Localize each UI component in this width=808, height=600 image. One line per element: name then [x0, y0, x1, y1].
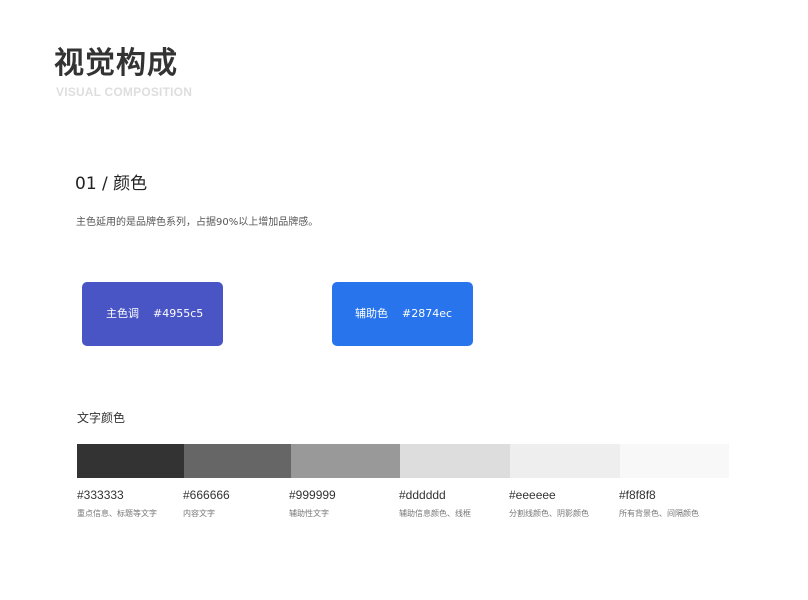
swatch-hex: #4955c5: [153, 307, 204, 320]
color-usage: 所有背景色、间隔颜色: [619, 509, 699, 518]
swatch-label: 主色调: [106, 307, 139, 320]
secondary-color-swatch: 辅助色 #2874ec: [332, 282, 473, 346]
color-usage: 辅助性文字: [289, 509, 329, 518]
color-usage: 分割线颜色、阴影颜色: [509, 509, 589, 518]
page-title: 视觉构成: [54, 46, 178, 81]
color-label: #666666 内容文字: [183, 488, 230, 519]
color-label: #999999 辅助性文字: [289, 488, 336, 519]
text-colors-heading: 文字颜色: [77, 411, 126, 425]
color-usage: 内容文字: [183, 509, 215, 518]
color-label: #f8f8f8 所有背景色、间隔颜色: [619, 488, 699, 519]
color-segment: [620, 444, 729, 478]
color-hex: #eeeeee: [509, 488, 556, 502]
color-segment: [77, 444, 184, 478]
page-subtitle: VISUAL COMPOSITION: [56, 85, 193, 99]
color-usage: 重点信息、标题等文字: [77, 509, 157, 518]
color-segment: [291, 444, 400, 478]
primary-color-swatch: 主色调 #4955c5: [82, 282, 223, 346]
color-hex: #dddddd: [399, 488, 446, 502]
color-hex: #f8f8f8: [619, 488, 656, 502]
swatch-hex: #2874ec: [402, 307, 453, 320]
swatch-label: 辅助色: [355, 307, 388, 320]
color-usage: 辅助信息颜色、线框: [399, 509, 471, 518]
color-hex: #333333: [77, 488, 124, 502]
color-label: #dddddd 辅助信息颜色、线框: [399, 488, 471, 519]
color-hex: #999999: [289, 488, 336, 502]
color-label: #333333 重点信息、标题等文字: [77, 488, 157, 519]
section-description: 主色延用的是品牌色系列，占据90%以上增加品牌感。: [76, 217, 319, 228]
text-color-bar: [77, 444, 729, 478]
color-segment: [510, 444, 620, 478]
color-segment: [400, 444, 510, 478]
color-segment: [184, 444, 291, 478]
section-heading: 01 / 颜色: [75, 174, 148, 194]
color-hex: #666666: [183, 488, 230, 502]
color-label: #eeeeee 分割线颜色、阴影颜色: [509, 488, 589, 519]
